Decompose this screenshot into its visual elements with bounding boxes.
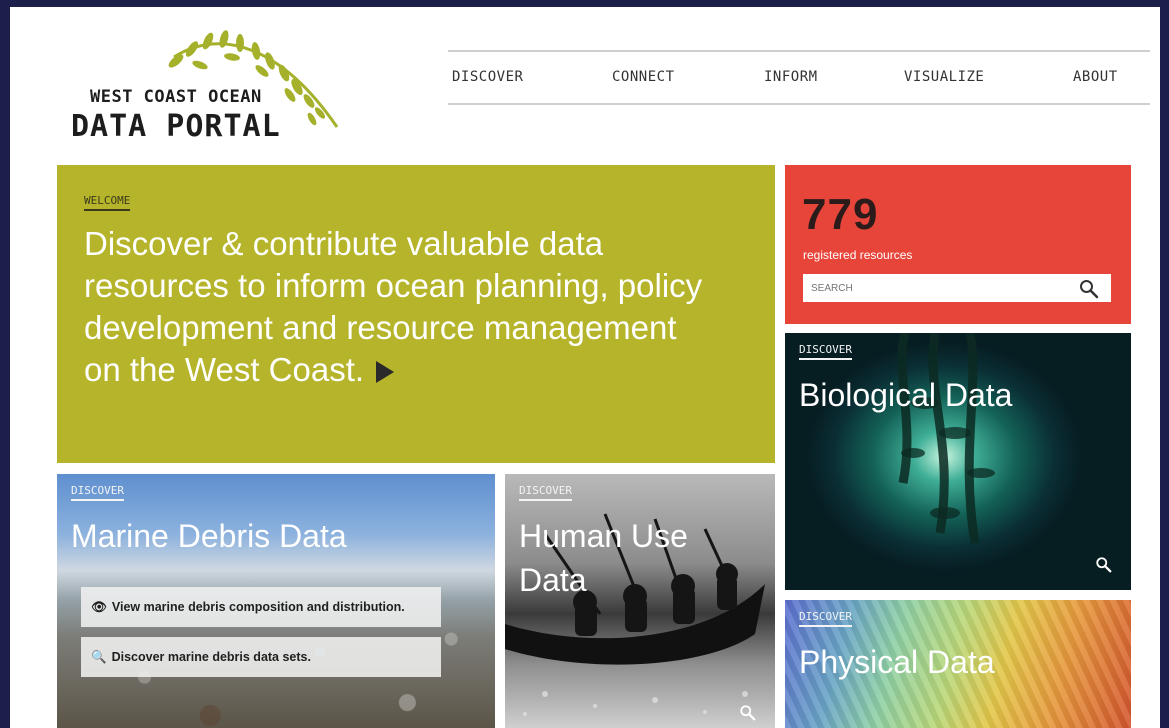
page: WEST COAST OCEAN DATA PORTAL DISCOVER CO… [10, 7, 1160, 728]
welcome-text: Discover & contribute valuable data reso… [84, 223, 704, 391]
resource-count-label: registered resources [803, 248, 913, 262]
resource-count: 779 [802, 190, 879, 239]
resource-count-card: 779 registered resources [785, 165, 1131, 324]
discover-datasets-label: Discover marine debris data sets. [111, 650, 311, 664]
search-input[interactable] [803, 274, 1073, 302]
eye-icon: 👁 [91, 600, 107, 614]
nav-about[interactable]: ABOUT [1073, 69, 1118, 85]
welcome-panel: WELCOME Discover & contribute valuable d… [57, 165, 775, 463]
kelp-image [897, 333, 995, 544]
bio-eyebrow: DISCOVER [799, 343, 852, 360]
discover-datasets-button[interactable]: 🔍 Discover marine debris data sets. [81, 637, 441, 677]
logo-line-2: DATA PORTAL [71, 109, 281, 144]
zoom-icon-human[interactable] [739, 704, 757, 722]
physical-data-tile[interactable]: DISCOVER Physical Data [785, 600, 1131, 728]
nav-discover[interactable]: DISCOVER [452, 69, 523, 85]
phys-title: Physical Data [799, 644, 995, 680]
marine-title: Marine Debris Data [71, 518, 347, 554]
marine-debris-tile[interactable]: DISCOVER Marine Debris Data 👁 View marine… [57, 474, 495, 728]
marine-eyebrow: DISCOVER [71, 484, 124, 501]
biological-data-tile[interactable]: DISCOVER Biological Data [785, 333, 1131, 590]
play-arrow-icon[interactable] [376, 361, 395, 383]
view-composition-button[interactable]: 👁 View marine debris composition and dist… [81, 587, 441, 627]
welcome-eyebrow: WELCOME [84, 194, 131, 211]
nav-connect[interactable]: CONNECT [612, 69, 675, 85]
view-composition-label: View marine debris composition and distr… [111, 600, 405, 614]
logo-line-1: WEST COAST OCEAN [90, 87, 262, 107]
search-box [803, 274, 1111, 302]
phys-eyebrow: DISCOVER [799, 610, 852, 627]
site-logo[interactable]: WEST COAST OCEAN DATA PORTAL [70, 27, 370, 147]
human-use-tile[interactable]: DISCOVER Human Use Data [505, 474, 775, 728]
zoom-icon[interactable] [1095, 556, 1113, 574]
human-title: Human Use Data [519, 518, 688, 598]
main-nav: DISCOVER CONNECT INFORM VISUALIZE ABOUT [448, 50, 1150, 105]
nav-inform[interactable]: INFORM [764, 69, 818, 85]
bio-title: Biological Data [799, 377, 1013, 413]
search-icon[interactable] [1079, 279, 1099, 299]
nav-visualize[interactable]: VISUALIZE [904, 69, 984, 85]
human-eyebrow: DISCOVER [519, 484, 572, 501]
search-small-icon: 🔍 [91, 650, 107, 664]
